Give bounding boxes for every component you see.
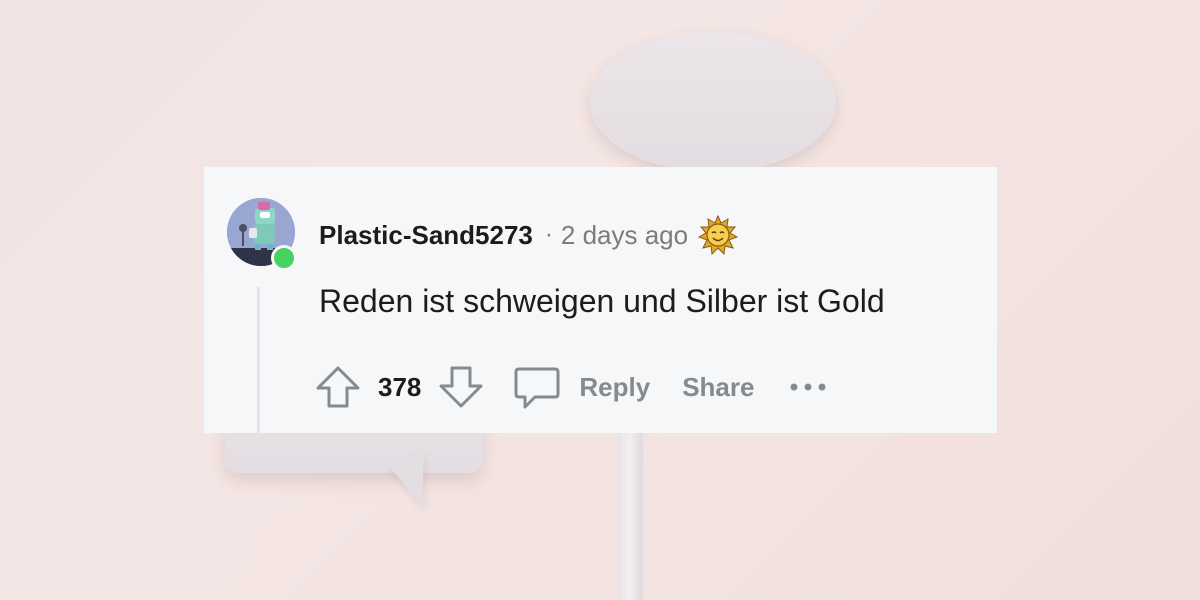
thread-line[interactable]	[257, 287, 260, 433]
downvote-button[interactable]	[437, 363, 485, 411]
timestamp[interactable]: 2 days ago	[561, 220, 688, 251]
arrow-up-icon	[316, 366, 360, 408]
meta-separator: ·	[544, 221, 553, 248]
ellipsis-icon	[790, 383, 826, 391]
comment-card: Plastic-Sand5273 · 2 days ago Reden ist …	[204, 167, 997, 433]
comment-meta: Plastic-Sand5273 · 2 days ago	[319, 214, 739, 256]
vote-score: 378	[378, 371, 422, 402]
reply-label: Reply	[579, 371, 651, 402]
speech-bubble-icon	[514, 367, 560, 409]
arrow-down-icon	[439, 366, 483, 408]
online-status-indicator	[271, 245, 297, 271]
more-options-button[interactable]	[788, 381, 828, 393]
reply-button[interactable]: Reply	[513, 363, 650, 411]
upvote-button[interactable]	[314, 363, 362, 411]
comment-body: Reden ist schweigen und Silber ist Gold	[319, 283, 885, 319]
background-sign-stick	[617, 430, 643, 600]
share-button[interactable]: Share	[682, 372, 754, 403]
comment-actions: 378 Reply Share	[314, 363, 828, 411]
sun-award-icon[interactable]	[697, 214, 739, 256]
username-link[interactable]: Plastic-Sand5273	[319, 220, 533, 251]
background-round-sign	[590, 32, 836, 172]
